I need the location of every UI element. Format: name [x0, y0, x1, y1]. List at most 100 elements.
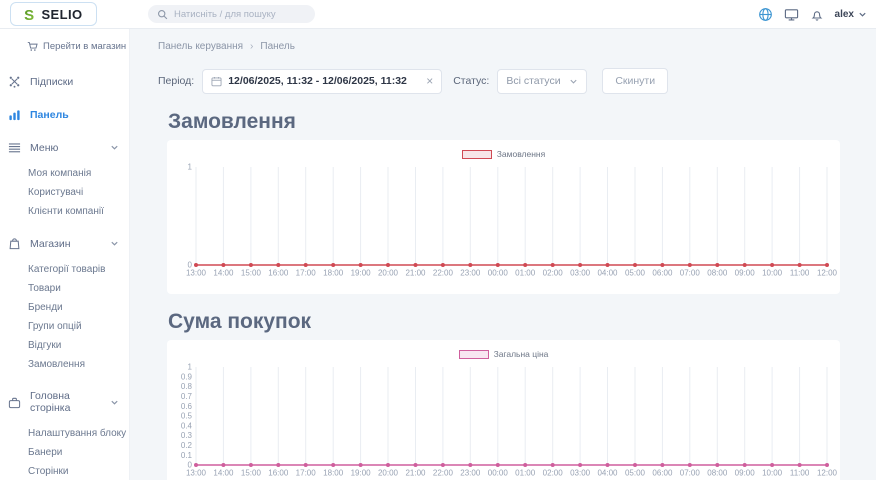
go-to-store-link[interactable]: Перейти в магазин — [0, 41, 129, 52]
svg-text:14:00: 14:00 — [213, 269, 234, 278]
sidebar-subitem[interactable]: Групи опцій — [28, 317, 129, 336]
monitor-icon[interactable] — [784, 7, 799, 22]
sidebar-item-menu[interactable]: Меню — [0, 131, 129, 164]
svg-text:00:00: 00:00 — [488, 469, 509, 478]
svg-text:0.6: 0.6 — [181, 402, 193, 411]
sidebar-subitem[interactable]: Налаштування блоку — [28, 424, 129, 443]
sidebar-subitem[interactable]: Моя компанія — [28, 164, 129, 183]
purchases-chart-card: Загальна ціна 13:0014:0015:0016:0017:001… — [167, 340, 840, 480]
period-value[interactable] — [228, 75, 420, 87]
svg-text:23:00: 23:00 — [460, 469, 481, 478]
svg-text:10:00: 10:00 — [762, 269, 783, 278]
purchases-chart-title: Сума покупок — [168, 310, 840, 334]
sidebar-subitem[interactable]: Сторінки — [28, 462, 129, 480]
sidebar-subitem[interactable]: Замовлення — [28, 355, 129, 374]
svg-text:17:00: 17:00 — [296, 469, 317, 478]
svg-text:02:00: 02:00 — [543, 269, 564, 278]
purchases-line-chart: 13:0014:0015:0016:0017:0018:0019:0020:00… — [167, 362, 840, 480]
sidebar-subitems: Налаштування блокуБанериСторінкиНовини/Б… — [0, 424, 129, 480]
sidebar-subitem[interactable]: Товари — [28, 279, 129, 298]
menu-icon — [8, 141, 21, 154]
user-name: alex — [835, 9, 854, 20]
sidebar-subitem[interactable]: Відгуки — [28, 336, 129, 355]
sidebar-item-dashboard[interactable]: Панель — [0, 98, 129, 131]
svg-text:S: S — [25, 7, 35, 22]
chevron-down-icon — [110, 143, 119, 152]
filter-bar: Період: × Статус: Всі статуси — [158, 68, 840, 94]
orders-line-chart: 13:0014:0015:0016:0017:0018:0019:0020:00… — [167, 162, 840, 294]
svg-text:0: 0 — [188, 461, 193, 470]
svg-text:19:00: 19:00 — [351, 269, 372, 278]
bell-icon[interactable] — [810, 7, 824, 22]
svg-text:16:00: 16:00 — [268, 469, 289, 478]
chevron-down-icon — [858, 10, 867, 19]
svg-text:13:00: 13:00 — [186, 469, 207, 478]
svg-text:21:00: 21:00 — [405, 269, 426, 278]
chart-legend[interactable]: Загальна ціна — [167, 348, 840, 360]
cart-icon — [27, 41, 38, 52]
svg-text:17:00: 17:00 — [296, 269, 317, 278]
chart-legend[interactable]: Замовлення — [167, 148, 840, 160]
reset-button[interactable]: Скинути — [602, 68, 668, 94]
logo[interactable]: S SELIO — [10, 2, 97, 26]
svg-text:12:00: 12:00 — [817, 269, 838, 278]
bag-icon — [8, 237, 21, 250]
sidebar-subitem[interactable]: Банери — [28, 443, 129, 462]
sidebar-item-homepage[interactable]: Головна сторінка — [0, 380, 129, 424]
sidebar-subitem[interactable]: Категорії товарів — [28, 260, 129, 279]
svg-text:1: 1 — [188, 163, 193, 172]
svg-text:0.5: 0.5 — [181, 412, 193, 421]
svg-text:0.2: 0.2 — [181, 441, 193, 450]
svg-text:13:00: 13:00 — [186, 269, 207, 278]
sidebar-item-label: Магазин — [30, 238, 101, 250]
svg-text:0.1: 0.1 — [181, 451, 193, 460]
svg-text:18:00: 18:00 — [323, 269, 344, 278]
breadcrumb-item[interactable]: Панель — [260, 41, 295, 52]
status-filter: Статус: Всі статуси — [453, 69, 587, 94]
svg-text:11:00: 11:00 — [790, 269, 810, 278]
svg-text:15:00: 15:00 — [241, 469, 262, 478]
svg-text:23:00: 23:00 — [460, 269, 481, 278]
chevron-down-icon — [110, 398, 119, 407]
svg-text:20:00: 20:00 — [378, 469, 399, 478]
status-value: Всі статуси — [506, 75, 560, 87]
search-bar — [148, 5, 315, 23]
sidebar-item-store[interactable]: Магазин — [0, 227, 129, 260]
svg-text:02:00: 02:00 — [543, 469, 564, 478]
breadcrumb: Панель керування › Панель — [158, 41, 840, 52]
sidebar-item-subscriptions[interactable]: Підписки — [0, 65, 129, 98]
sidebar-subitem[interactable]: Користувачі — [28, 183, 129, 202]
orders-chart-card: Замовлення 13:0014:0015:0016:0017:0018:0… — [167, 140, 840, 294]
search-icon — [157, 9, 168, 20]
svg-text:00:00: 00:00 — [488, 269, 509, 278]
go-to-store-label: Перейти в магазин — [43, 41, 126, 52]
language-globe-icon[interactable] — [758, 7, 773, 22]
sidebar-subitem[interactable]: Клієнти компанії — [28, 202, 129, 221]
sidebar-subitems: Моя компаніяКористувачіКлієнти компанії — [0, 164, 129, 227]
svg-text:08:00: 08:00 — [707, 469, 728, 478]
svg-text:05:00: 05:00 — [625, 269, 646, 278]
orders-chart-title: Замовлення — [168, 110, 840, 134]
sidebar-subitems: Категорії товарівТовариБрендиГрупи опцій… — [0, 260, 129, 380]
period-date-range-input[interactable]: × — [202, 69, 442, 94]
svg-text:03:00: 03:00 — [570, 469, 591, 478]
status-select[interactable]: Всі статуси — [497, 69, 587, 94]
clear-icon[interactable]: × — [426, 75, 433, 87]
svg-text:22:00: 22:00 — [433, 269, 454, 278]
svg-text:16:00: 16:00 — [268, 269, 289, 278]
svg-text:03:00: 03:00 — [570, 269, 591, 278]
user-menu[interactable]: alex — [835, 9, 867, 20]
period-label: Період: — [158, 75, 194, 87]
svg-text:0.7: 0.7 — [181, 392, 193, 401]
search-input[interactable] — [174, 9, 306, 20]
svg-text:04:00: 04:00 — [597, 269, 618, 278]
svg-text:19:00: 19:00 — [351, 469, 372, 478]
sidebar-subitem[interactable]: Бренди — [28, 298, 129, 317]
svg-text:0.8: 0.8 — [181, 382, 193, 391]
breadcrumb-item[interactable]: Панель керування — [158, 41, 243, 52]
svg-text:06:00: 06:00 — [652, 469, 673, 478]
svg-text:05:00: 05:00 — [625, 469, 646, 478]
sidebar-item-label: Панель — [30, 109, 119, 121]
svg-text:0.3: 0.3 — [181, 431, 193, 440]
svg-text:07:00: 07:00 — [680, 469, 701, 478]
